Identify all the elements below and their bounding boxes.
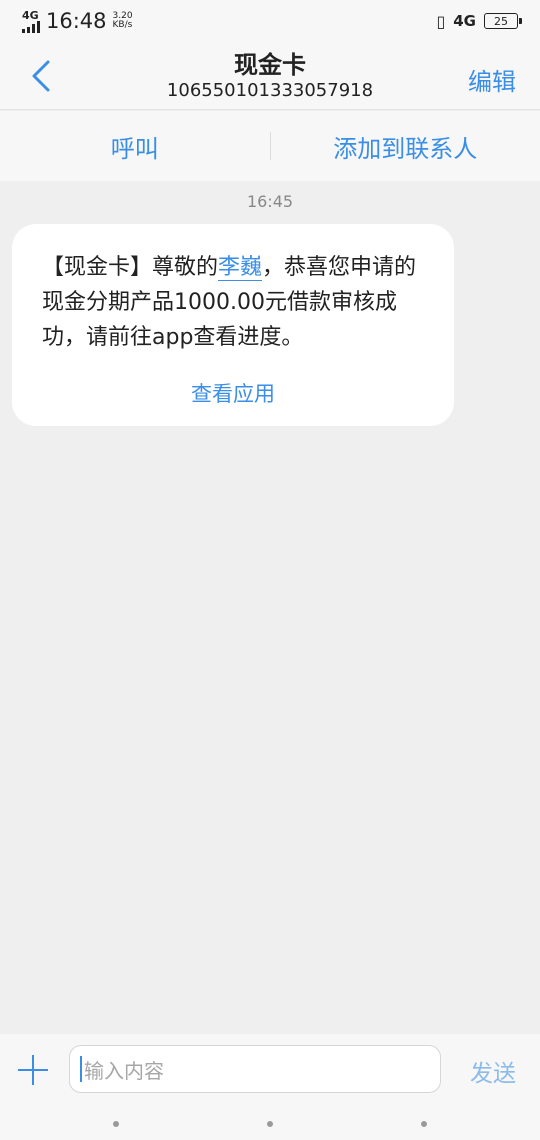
nav-menu-dot[interactable] — [113, 1121, 119, 1127]
signal-indicator: 4G — [22, 10, 40, 33]
message-text: 【现金卡】尊敬的李巍，恭喜您申请的现金分期产品1000.00元借款审核成功，请前… — [42, 250, 432, 355]
navigation-bar — [0, 1106, 540, 1140]
message-text-part1: 【现金卡】尊敬的 — [42, 255, 219, 280]
signal-bars-icon — [22, 20, 40, 33]
nav-back-dot[interactable] — [421, 1121, 427, 1127]
message-bubble[interactable]: 【现金卡】尊敬的李巍，恭喜您申请的现金分期产品1000.00元借款审核成功，请前… — [12, 224, 454, 426]
sender-number: 106550101333057918 — [166, 80, 374, 101]
speed-unit: KB/s — [112, 20, 133, 30]
action-bar: 呼叫 添加到联系人 — [0, 111, 540, 181]
message-input[interactable]: 输入内容 — [69, 1045, 441, 1093]
add-attachment-icon[interactable] — [18, 1054, 50, 1086]
status-right: ▯ 4G 25 — [436, 11, 522, 31]
add-contact-button[interactable]: 添加到联系人 — [271, 129, 540, 164]
network-speed: 3.20 KB/s — [113, 12, 133, 30]
page-title: 现金卡 — [234, 51, 306, 79]
composer-bar: 输入内容 发送 — [0, 1034, 540, 1106]
contact-name-link[interactable]: 李巍 — [218, 255, 263, 281]
status-left: 4G 16:48 3.20 KB/s — [22, 9, 133, 33]
message-timestamp: 16:45 — [246, 192, 294, 211]
send-button[interactable]: 发送 — [470, 1054, 516, 1088]
status-bar: 4G 16:48 3.20 KB/s ▯ 4G 25 — [0, 0, 540, 42]
network-type: 4G — [22, 8, 39, 22]
nav-home-dot[interactable] — [267, 1121, 273, 1127]
mobile-network-type: 4G — [453, 12, 476, 30]
call-button[interactable]: 呼叫 — [0, 129, 270, 164]
vibrate-icon: ▯ — [436, 11, 446, 31]
battery-icon: 25 — [484, 13, 522, 29]
chevron-left-icon — [32, 60, 50, 92]
message-input-placeholder: 输入内容 — [84, 1058, 164, 1083]
edit-button[interactable]: 编辑 — [468, 62, 516, 97]
view-app-button[interactable]: 查看应用 — [12, 378, 454, 408]
battery-level: 25 — [494, 14, 508, 28]
conversation-header: 现金卡 106550101333057918 编辑 — [0, 42, 540, 110]
title-block: 现金卡 106550101333057918 — [0, 50, 540, 102]
back-button[interactable] — [26, 58, 56, 94]
text-cursor — [80, 1056, 82, 1082]
clock: 16:48 — [46, 9, 107, 33]
